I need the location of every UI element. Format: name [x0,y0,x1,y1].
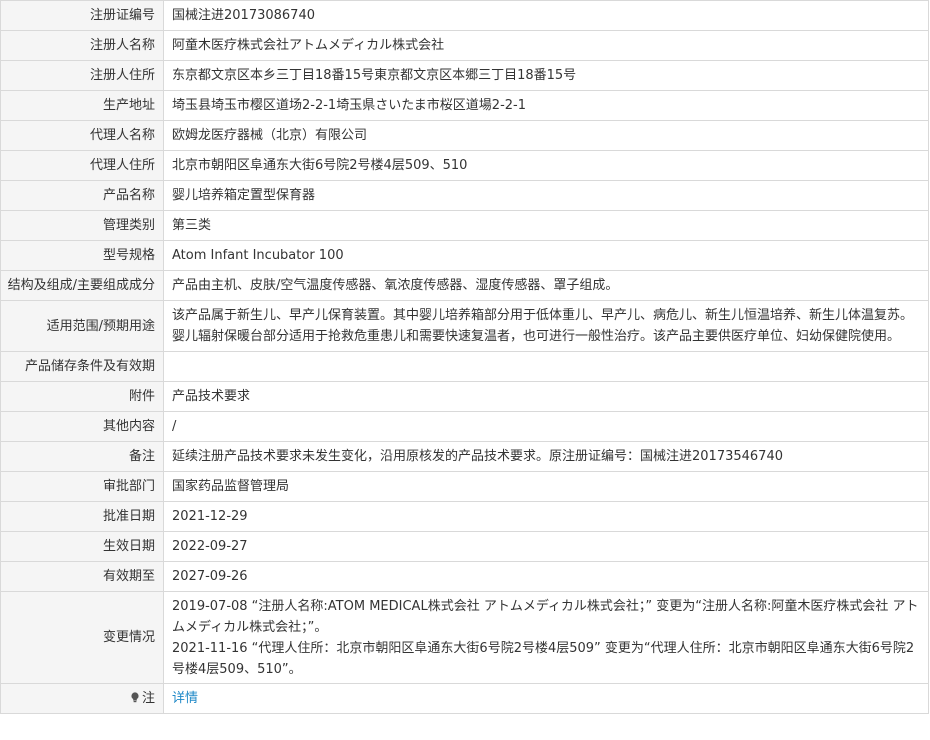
field-value: 产品由主机、皮肤/空气温度传感器、氧浓度传感器、湿度传感器、罩子组成。 [163,270,929,301]
note-label: 注 [141,691,155,706]
field-label: 有效期至 [0,561,164,592]
field-label: 审批部门 [0,471,164,502]
row-approval-department: 审批部门 国家药品监督管理局 [0,471,929,502]
field-label: 代理人住所 [0,150,164,181]
row-other-content: 其他内容 / [0,411,929,442]
field-value: / [163,411,929,442]
row-agent-name: 代理人名称 欧姆龙医疗器械（北京）有限公司 [0,120,929,151]
row-storage-conditions: 产品储存条件及有效期 [0,351,929,382]
row-agent-address: 代理人住所 北京市朝阳区阜通东大街6号院2号楼4层509、510 [0,150,929,181]
row-attachment: 附件 产品技术要求 [0,381,929,412]
row-valid-until: 有效期至 2027-09-26 [0,561,929,592]
field-value: 产品技术要求 [163,381,929,412]
field-label: 附件 [0,381,164,412]
lightbulb-icon [130,689,140,703]
field-label: 生效日期 [0,531,164,562]
field-label: 型号规格 [0,240,164,271]
field-label: 管理类别 [0,210,164,241]
field-value: 婴儿培养箱定置型保育器 [163,180,929,211]
field-value: 阿童木医疗株式会社アトムメディカル株式会社 [163,30,929,61]
change-entry: 2019-07-08 “注册人名称:ATOM MEDICAL株式会社 アトムメデ… [172,598,919,635]
field-value: 2027-09-26 [163,561,929,592]
field-value: 第三类 [163,210,929,241]
field-label: 备注 [0,441,164,472]
row-change-history: 变更情况 2019-07-08 “注册人名称:ATOM MEDICAL株式会社 … [0,591,929,684]
row-structure-composition: 结构及组成/主要组成成分 产品由主机、皮肤/空气温度传感器、氧浓度传感器、湿度传… [0,270,929,301]
field-value: 国家药品监督管理局 [163,471,929,502]
row-remarks: 备注 延续注册产品技术要求未发生变化，沿用原核发的产品技术要求。原注册证编号：国… [0,441,929,472]
row-registrant-name: 注册人名称 阿童木医疗株式会社アトムメディカル株式会社 [0,30,929,61]
field-label: 代理人名称 [0,120,164,151]
field-label: 产品储存条件及有效期 [0,351,164,382]
registration-info-table: 注册证编号 国械注进20173086740 注册人名称 阿童木医疗株式会社アトム… [0,0,929,714]
row-product-name: 产品名称 婴儿培养箱定置型保育器 [0,180,929,211]
field-value: 欧姆龙医疗器械（北京）有限公司 [163,120,929,151]
field-value: 东京都文京区本乡三丁目18番15号東京都文京区本郷三丁目18番15号 [163,60,929,91]
row-approval-date: 批准日期 2021-12-29 [0,501,929,532]
row-effective-date: 生效日期 2022-09-27 [0,531,929,562]
field-label: 生产地址 [0,90,164,121]
field-label: 注册证编号 [0,0,164,31]
field-label: 产品名称 [0,180,164,211]
field-value: 详情 [163,683,929,714]
field-value: 埼玉县埼玉市樱区道场2-2-1埼玉県さいたま市桜区道場2-2-1 [163,90,929,121]
row-registration-number: 注册证编号 国械注进20173086740 [0,0,929,31]
field-value: 国械注进20173086740 [163,0,929,31]
change-entry: 2021-11-16 “代理人住所：北京市朝阳区阜通东大街6号院2号楼4层509… [172,640,915,677]
row-management-category: 管理类别 第三类 [0,210,929,241]
field-label: 注册人名称 [0,30,164,61]
field-value: Atom Infant Incubator 100 [163,240,929,271]
registration-detail-panel: 注册证编号 国械注进20173086740 注册人名称 阿童木医疗株式会社アトム… [0,0,929,738]
field-label: 结构及组成/主要组成成分 [0,270,164,301]
row-note: 注 详情 [0,683,929,714]
row-production-address: 生产地址 埼玉县埼玉市樱区道场2-2-1埼玉県さいたま市桜区道場2-2-1 [0,90,929,121]
row-intended-use: 适用范围/预期用途 该产品属于新生儿、早产儿保育装置。其中婴儿培养箱部分用于低体… [0,300,929,352]
field-value [163,351,929,382]
row-registrant-address: 注册人住所 东京都文京区本乡三丁目18番15号東京都文京区本郷三丁目18番15号 [0,60,929,91]
field-label: 注册人住所 [0,60,164,91]
field-label: 适用范围/预期用途 [0,300,164,352]
row-model-spec: 型号规格 Atom Infant Incubator 100 [0,240,929,271]
field-value: 2019-07-08 “注册人名称:ATOM MEDICAL株式会社 アトムメデ… [163,591,929,684]
field-label: 其他内容 [0,411,164,442]
field-value: 该产品属于新生儿、早产儿保育装置。其中婴儿培养箱部分用于低体重儿、早产儿、病危儿… [163,300,929,352]
field-value: 延续注册产品技术要求未发生变化，沿用原核发的产品技术要求。原注册证编号：国械注进… [163,441,929,472]
field-label: 注 [0,683,164,714]
field-label: 变更情况 [0,591,164,684]
field-label: 批准日期 [0,501,164,532]
field-value: 2022-09-27 [163,531,929,562]
field-value: 北京市朝阳区阜通东大街6号院2号楼4层509、510 [163,150,929,181]
details-link[interactable]: 详情 [172,691,198,706]
field-value: 2021-12-29 [163,501,929,532]
